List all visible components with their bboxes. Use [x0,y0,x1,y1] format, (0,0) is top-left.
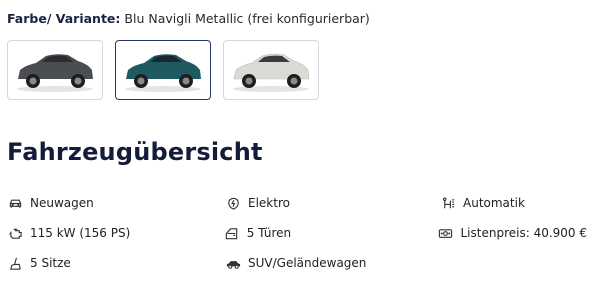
color-swatch-dark-grey[interactable] [7,40,103,100]
spec-transmission: Automatik [440,195,587,211]
variant-value: Blu Navigli Metallic (frei konfigurierba… [124,11,370,26]
spec-text: 115 kW (156 PS) [30,226,131,240]
spec-fuel: Elektro [225,195,440,211]
color-swatch-list [7,40,319,100]
spec-condition: Neuwagen [7,195,225,211]
spec-text: SUV/Geländewagen [248,256,367,270]
spec-text: 5 Türen [246,226,292,240]
variant-label: Farbe/ Variante: [7,11,121,26]
spec-row: 115 kW (156 PS) 5 Türen Listenpreis: 40.… [7,218,587,248]
door-icon [224,225,240,241]
car-icon [7,195,23,211]
spec-row: Neuwagen Elektro Automatik [7,188,587,218]
gear-shift-icon [440,195,456,211]
electric-icon [225,195,241,211]
spec-text: Neuwagen [30,196,94,210]
engine-icon [7,225,23,241]
car-thumbnail [125,54,201,92]
spec-seats: 5 Sitze [7,255,225,271]
variant-line: Farbe/ Variante: Blu Navigli Metallic (f… [7,10,370,28]
car-thumbnail [233,53,310,92]
color-swatch-white[interactable] [223,40,319,100]
spec-power: 115 kW (156 PS) [7,225,224,241]
spec-price: Listenpreis: 40.900 € [437,225,587,241]
section-title: Fahrzeugübersicht [7,138,263,166]
spec-text: Elektro [248,196,290,210]
spec-doors: 5 Türen [224,225,438,241]
spec-text: 5 Sitze [30,256,71,270]
color-swatch-blu-navigli[interactable] [115,40,211,100]
suv-icon [225,255,241,271]
spec-grid: Neuwagen Elektro Automatik 115 kW (156 P… [7,188,587,278]
car-thumbnail [17,54,93,92]
spec-text: Listenpreis: 40.900 € [460,226,587,240]
price-tag-icon [437,225,453,241]
spec-text: Automatik [463,196,525,210]
spec-body-type: SUV/Geländewagen [225,255,440,271]
spec-row: 5 Sitze SUV/Geländewagen [7,248,587,278]
seat-icon [7,255,23,271]
